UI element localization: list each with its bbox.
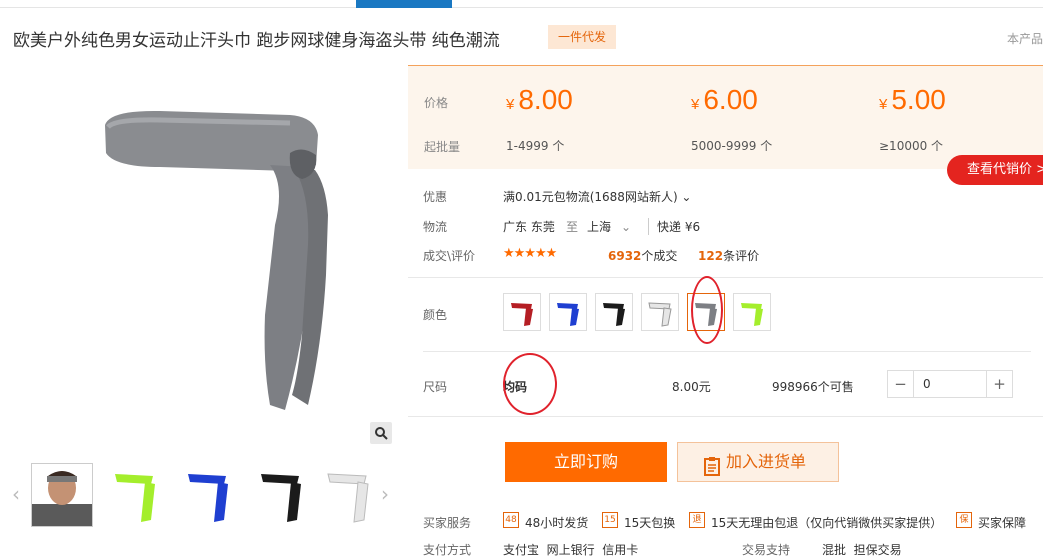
- divider: [408, 277, 1043, 278]
- service-15-exchange[interactable]: 15天包换: [624, 514, 675, 531]
- size-stock: 998966个可售: [772, 380, 854, 394]
- price-box: 价格 起批量 ¥8.00 ¥6.00 ¥5.00 1-4999 个 5000-9…: [408, 65, 1043, 169]
- logistics-label: 物流: [423, 220, 448, 234]
- exchange-15-icon: 15: [602, 512, 618, 528]
- payment-methods: 支付宝 网上银行 信用卡: [503, 543, 639, 557]
- price-tier-2: ¥6.00: [691, 84, 758, 115]
- service-return[interactable]: 15天无理由包退（仅向代销微供买家提供）: [711, 514, 942, 531]
- color-swatch-lime[interactable]: [733, 293, 771, 331]
- quantity-stepper: − 0 +: [887, 370, 1013, 398]
- trade-support: 混批 担保交易: [822, 543, 902, 557]
- annotation-circle: [691, 276, 723, 344]
- rating-stars-icon: ★★★★★: [503, 246, 557, 261]
- main-product-image: [70, 75, 360, 425]
- return-icon: 退: [689, 512, 705, 528]
- color-label: 颜色: [423, 308, 448, 322]
- top-nav-active-tab[interactable]: [356, 0, 452, 8]
- clipboard-icon: [704, 452, 720, 490]
- deal-count[interactable]: 6932个成交: [608, 247, 677, 264]
- trade-support-label: 交易支持: [742, 543, 791, 557]
- dropship-badge: 一件代发: [548, 25, 617, 49]
- size-price: 8.00元: [672, 380, 711, 394]
- add-to-cart-button[interactable]: 加入进货单: [677, 442, 839, 482]
- range-tier-3: ≥10000 个: [879, 139, 944, 153]
- qty-minus-button[interactable]: −: [888, 371, 914, 397]
- thumbnail-lime[interactable]: [105, 464, 165, 526]
- price-label: 价格: [424, 96, 449, 110]
- shipping-48h-icon: 48: [503, 512, 519, 528]
- chevron-down-icon: ⌄: [621, 220, 632, 234]
- ship-to-word: 至: [566, 220, 579, 234]
- deals-label: 成交\评价: [423, 249, 476, 263]
- divider: [408, 416, 1043, 417]
- product-title: 欧美户外纯色男女运动止汗头巾 跑步网球健身海盗头带 纯色潮流: [13, 31, 500, 51]
- range-tier-2: 5000-9999 个: [691, 139, 773, 153]
- price-tier-1: ¥8.00: [506, 84, 573, 115]
- payment-label: 支付方式: [423, 543, 472, 557]
- thumb-next-icon[interactable]: ›: [381, 482, 389, 506]
- ship-to-select[interactable]: 上海 ⌄: [587, 218, 631, 235]
- product-info-cut: 本产品: [1007, 32, 1043, 46]
- review-count[interactable]: 122条评价: [698, 247, 759, 264]
- divider: [423, 351, 1031, 352]
- color-swatch-red[interactable]: [503, 293, 541, 331]
- annotation-circle: [503, 353, 557, 415]
- color-swatch-blue[interactable]: [549, 293, 587, 331]
- thumbnail-model[interactable]: [31, 463, 93, 527]
- ship-from: 广东 东莞: [503, 220, 555, 234]
- thumbnail-blue[interactable]: [178, 464, 238, 526]
- size-label: 尺码: [423, 380, 448, 394]
- services-label: 买家服务: [423, 516, 472, 530]
- price-tier-3: ¥5.00: [879, 84, 946, 115]
- color-swatch-white[interactable]: [641, 293, 679, 331]
- service-guarantee[interactable]: 买家保障: [978, 514, 1026, 531]
- color-swatch-black[interactable]: [595, 293, 633, 331]
- service-48h[interactable]: 48小时发货: [525, 514, 588, 531]
- view-agent-price-button[interactable]: 查看代销价 >: [947, 155, 1043, 185]
- guarantee-shield-icon: 保: [956, 512, 972, 528]
- thumbnail-white[interactable]: [318, 464, 378, 526]
- thumbnail-black[interactable]: [251, 464, 311, 526]
- qty-plus-button[interactable]: +: [986, 371, 1012, 397]
- zoom-icon[interactable]: [370, 422, 392, 444]
- moq-label: 起批量: [424, 140, 461, 154]
- thumb-prev-icon[interactable]: ‹: [12, 482, 20, 506]
- qty-input[interactable]: 0: [923, 377, 931, 391]
- express-fee: 快递 ¥6: [648, 218, 700, 235]
- buy-now-button[interactable]: 立即订购: [505, 442, 667, 482]
- promo-label: 优惠: [423, 190, 448, 204]
- range-tier-1: 1-4999 个: [506, 139, 565, 153]
- top-nav: [0, 0, 1043, 8]
- promo-value[interactable]: 满0.01元包物流(1688网站新人) ⌄: [503, 188, 692, 205]
